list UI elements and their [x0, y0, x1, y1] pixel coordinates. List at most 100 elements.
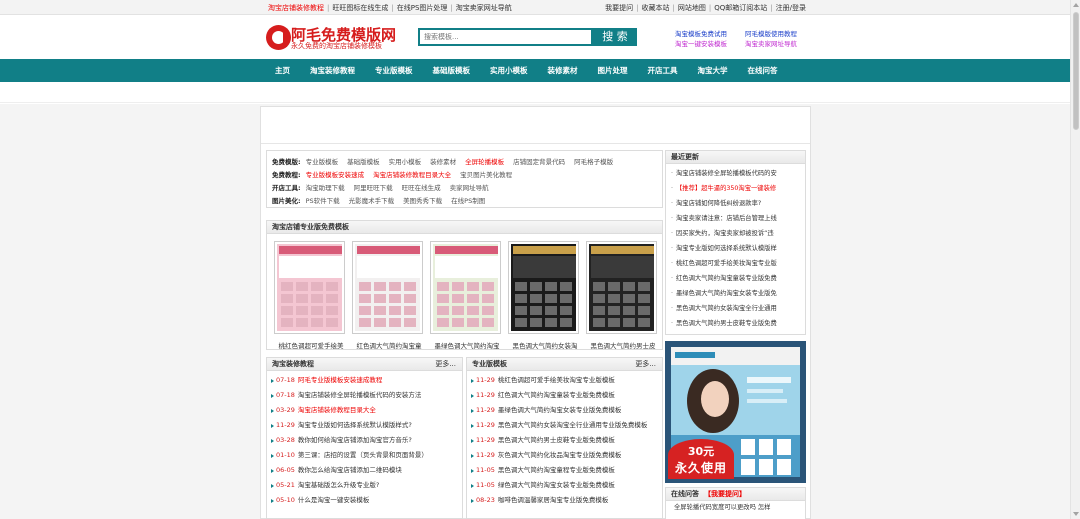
tutorial-more-link[interactable]: 更多... — [435, 358, 456, 371]
template-caption[interactable]: 黑色调大气简约男士皮 — [584, 340, 662, 350]
list-item-title[interactable]: 第三课：店招的设置（页头背景和页面背景） — [298, 451, 428, 459]
logo-a-icon[interactable] — [266, 25, 291, 50]
category-link[interactable]: 在线PS制图 — [451, 197, 485, 205]
qa-ask-link[interactable]: 【我要提问】 — [704, 490, 746, 498]
list-item[interactable]: 03-29 淘宝店铺装修教程目录大全 — [271, 403, 462, 418]
nav-materials[interactable]: 装修素材 — [548, 59, 578, 82]
top-link-ps[interactable]: 在线PS图片处理 — [397, 4, 448, 12]
top-link-favorite[interactable]: 收藏本站 — [642, 4, 670, 12]
category-link[interactable]: 专业版模板 — [306, 158, 339, 166]
search-button[interactable]: 搜 索 — [593, 28, 637, 46]
list-item[interactable]: 08-23 咖啡色调温馨家居淘宝专业版免费模板 — [471, 493, 662, 508]
template-thumb[interactable]: 黑色调大气简约男士皮 — [586, 241, 657, 350]
template-caption[interactable]: 红色调大气简约淘宝童 — [350, 340, 428, 350]
pro-template-more-link[interactable]: 更多... — [635, 358, 656, 371]
list-item-title[interactable]: 红色调大气简约淘宝童装专业版免费模板 — [498, 391, 615, 399]
category-link[interactable]: 宝贝图片美化教程 — [460, 171, 512, 179]
category-link[interactable]: 光影魔术手下载 — [349, 197, 395, 205]
ad-banner[interactable] — [261, 107, 810, 144]
list-item-title[interactable]: 黑色调大气简约女装淘宝全行业通用专业版免费模板 — [498, 421, 648, 429]
category-link[interactable]: 专业版模板安装速成 — [306, 171, 365, 179]
template-thumb[interactable]: 桃红色调超可爱手绘美 — [274, 241, 345, 350]
nav-shop-tools[interactable]: 开店工具 — [648, 59, 678, 82]
list-item-title[interactable]: 绿色调大气简约淘宝女装专业版免费模板 — [498, 481, 615, 489]
top-link-tutorials[interactable]: 淘宝店铺装修教程 — [268, 4, 324, 12]
list-item-title[interactable]: 淘宝店铺装修全屏轮播模板代码的安装方法 — [298, 391, 422, 399]
list-item[interactable]: 11-29 黑色调大气简约女装淘宝全行业通用专业版免费模板 — [471, 418, 662, 433]
list-item-title[interactable]: 咖啡色调温馨家居淘宝专业版免费模板 — [498, 496, 609, 504]
top-link-nav[interactable]: 淘宝卖家网址导航 — [456, 4, 512, 12]
recent-item[interactable]: 淘宝专业版如何选择系统默认模版样 — [671, 241, 801, 256]
recent-item[interactable]: 淘宝卖家请注意：店铺后台管理上线 — [671, 211, 801, 226]
scrollbar-thumb[interactable] — [1073, 12, 1079, 130]
category-link[interactable]: 美图秀秀下载 — [403, 197, 442, 205]
category-link[interactable]: 基础版模板 — [347, 158, 380, 166]
recent-item[interactable]: 淘宝店铺装修全屏轮播模板代码的安 — [671, 166, 801, 181]
list-item[interactable]: 03-28 教你如何给淘宝店铺添加淘宝官方音乐? — [271, 433, 462, 448]
nav-mini-templates[interactable]: 实用小模板 — [490, 59, 528, 82]
qa-item[interactable]: 全屏轮播代码宽度可以更改吗 怎样 — [666, 501, 805, 515]
category-link[interactable]: 装修素材 — [430, 158, 456, 166]
vertical-scrollbar[interactable] — [1070, 0, 1080, 519]
list-item[interactable]: 11-05 绿色调大气简约淘宝女装专业版免费模板 — [471, 478, 662, 493]
recent-item[interactable]: 墨绿色调大气简约淘宝女装专业版免 — [671, 286, 801, 301]
link-seller-nav[interactable]: 淘宝卖家网址导航 — [745, 39, 805, 49]
list-item-title[interactable]: 墨绿色调大气简约淘宝女装专业版免费模板 — [498, 406, 622, 414]
list-item-title[interactable]: 桃红色调超可爱手绘美妆淘宝专业版模板 — [498, 376, 615, 384]
category-link[interactable]: 淘宝店铺装修教程目录大全 — [373, 171, 451, 179]
nav-taobao-university[interactable]: 淘宝大学 — [698, 59, 728, 82]
side-ad-banner[interactable]: 30元 永久使用 — [665, 341, 806, 483]
recent-item[interactable]: 淘宝店铺如何降低纠纷退款率? — [671, 196, 801, 211]
nav-image-processing[interactable]: 图片处理 — [598, 59, 628, 82]
top-link-login[interactable]: 注册/登录 — [776, 4, 806, 12]
template-caption[interactable]: 黑色调大气简约女装淘 — [506, 340, 584, 350]
list-item[interactable]: 11-29 红色调大气简约淘宝童装专业版免费模板 — [471, 388, 662, 403]
search-input[interactable] — [418, 28, 593, 46]
nav-pro-templates[interactable]: 专业版模板 — [375, 59, 413, 82]
category-link[interactable]: 全屏轮播模板 — [465, 158, 504, 166]
list-item[interactable]: 07-18 阿毛专业版模板安装速成教程 — [271, 373, 462, 388]
list-item[interactable]: 07-18 淘宝店铺装修全屏轮播模板代码的安装方法 — [271, 388, 462, 403]
template-thumb[interactable]: 墨绿色调大气简约淘宝 — [430, 241, 501, 350]
list-item-title[interactable]: 淘宝专业版如何选择系统默认模版样式? — [298, 421, 412, 429]
template-caption[interactable]: 墨绿色调大气简约淘宝 — [428, 340, 506, 350]
link-usage-tutorial[interactable]: 阿毛模版使用教程 — [745, 29, 805, 39]
recent-item[interactable]: 黑色调大气简约男士皮鞋专业版免费 — [671, 316, 801, 331]
nav-home[interactable]: 主页 — [275, 59, 290, 82]
list-item[interactable]: 06-05 教你怎么给淘宝店铺添加二维码模块 — [271, 463, 462, 478]
category-link[interactable]: 实用小模板 — [389, 158, 422, 166]
list-item-title[interactable]: 淘宝基础版怎么升级专业版? — [298, 481, 379, 489]
list-item-title[interactable]: 阿毛专业版模板安装速成教程 — [298, 376, 383, 384]
recent-item[interactable]: 黑色调大气简约女装淘宝全行业通用 — [671, 301, 801, 316]
nav-qa[interactable]: 在线问答 — [748, 59, 778, 82]
list-item-title[interactable]: 灰色调大气简约化妆品淘宝专业版免费模板 — [498, 451, 622, 459]
category-link[interactable]: PS软件下载 — [306, 197, 340, 205]
list-item-title[interactable]: 什么是淘宝一键安装模板 — [298, 496, 370, 504]
category-link[interactable]: 阿毛格子模版 — [574, 158, 613, 166]
category-link[interactable]: 卖家网址导航 — [450, 184, 489, 192]
list-item[interactable]: 05-21 淘宝基础版怎么升级专业版? — [271, 478, 462, 493]
list-item[interactable]: 11-29 墨绿色调大气简约淘宝女装专业版免费模板 — [471, 403, 662, 418]
top-link-wangwang[interactable]: 旺旺图标在线生成 — [332, 4, 388, 12]
category-link[interactable]: 淘宝助理下载 — [306, 184, 345, 192]
list-item-title[interactable]: 教你如何给淘宝店铺添加淘宝官方音乐? — [298, 436, 412, 444]
recent-item[interactable]: 桃红色调超可爱手绘美妆淘宝专业版 — [671, 256, 801, 271]
list-item-title[interactable]: 黑色调大气简约男士皮鞋专业版免费模板 — [498, 436, 615, 444]
list-item[interactable]: 11-29 淘宝专业版如何选择系统默认模版样式? — [271, 418, 462, 433]
category-link[interactable]: 旺旺在线生成 — [402, 184, 441, 192]
recent-item[interactable]: 因买家失约，淘宝卖家却被投诉“违 — [671, 226, 801, 241]
scroll-up-arrow-icon[interactable] — [1073, 3, 1079, 7]
recent-item[interactable]: 红色调大气简约淘宝童装专业版免费 — [671, 271, 801, 286]
list-item[interactable]: 01-10 第三课：店招的设置（页头背景和页面背景） — [271, 448, 462, 463]
nav-tutorials[interactable]: 淘宝装修教程 — [310, 59, 355, 82]
list-item-title[interactable]: 教你怎么给淘宝店铺添加二维码模块 — [298, 466, 402, 474]
list-item[interactable]: 11-29 黑色调大气简约男士皮鞋专业版免费模板 — [471, 433, 662, 448]
top-link-subscribe[interactable]: QQ邮箱订阅本站 — [714, 4, 767, 12]
list-item-title[interactable]: 淘宝店铺装修教程目录大全 — [298, 406, 376, 414]
top-link-ask[interactable]: 我要提问 — [605, 4, 633, 12]
category-link[interactable]: 店铺固定背景代码 — [513, 158, 565, 166]
template-caption[interactable]: 桃红色调超可爱手绘美 — [272, 340, 350, 350]
link-free-trial[interactable]: 淘宝模板免费试用 — [675, 29, 745, 39]
list-item[interactable]: 11-29 桃红色调超可爱手绘美妆淘宝专业版模板 — [471, 373, 662, 388]
top-link-sitemap[interactable]: 网站地图 — [678, 4, 706, 12]
